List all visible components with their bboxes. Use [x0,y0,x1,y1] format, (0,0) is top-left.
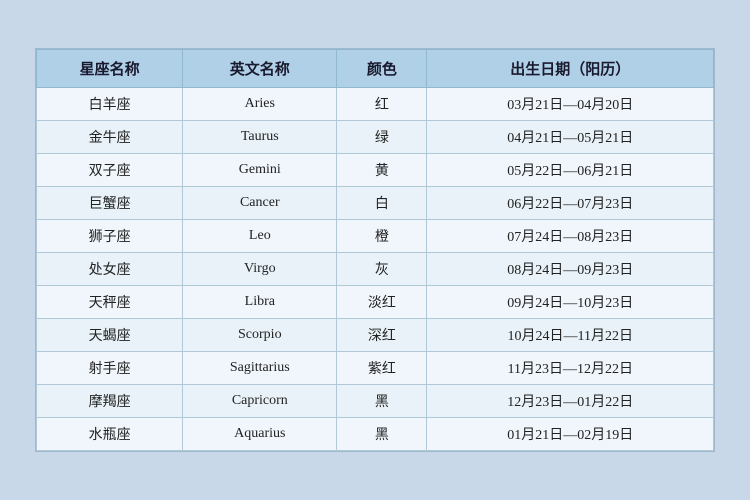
table-row: 白羊座Aries红03月21日—04月20日 [37,88,714,121]
cell-5-2: 灰 [337,253,427,286]
cell-4-3: 07月24日—08月23日 [427,220,714,253]
table-row: 处女座Virgo灰08月24日—09月23日 [37,253,714,286]
table-row: 水瓶座Aquarius黑01月21日—02月19日 [37,418,714,451]
cell-10-2: 黑 [337,418,427,451]
table-row: 狮子座Leo橙07月24日—08月23日 [37,220,714,253]
table-row: 天秤座Libra淡红09月24日—10月23日 [37,286,714,319]
cell-3-2: 白 [337,187,427,220]
cell-9-3: 12月23日—01月22日 [427,385,714,418]
table-row: 巨蟹座Cancer白06月22日—07月23日 [37,187,714,220]
header-chinese-name: 星座名称 [37,50,183,88]
cell-1-0: 金牛座 [37,121,183,154]
cell-0-2: 红 [337,88,427,121]
cell-5-3: 08月24日—09月23日 [427,253,714,286]
header-color: 颜色 [337,50,427,88]
table-header-row: 星座名称 英文名称 颜色 出生日期（阳历） [37,50,714,88]
cell-9-2: 黑 [337,385,427,418]
cell-6-3: 09月24日—10月23日 [427,286,714,319]
cell-0-3: 03月21日—04月20日 [427,88,714,121]
cell-4-0: 狮子座 [37,220,183,253]
cell-8-1: Sagittarius [183,352,337,385]
cell-10-3: 01月21日—02月19日 [427,418,714,451]
table-row: 摩羯座Capricorn黑12月23日—01月22日 [37,385,714,418]
cell-7-2: 深红 [337,319,427,352]
cell-8-3: 11月23日—12月22日 [427,352,714,385]
cell-4-2: 橙 [337,220,427,253]
table-row: 双子座Gemini黄05月22日—06月21日 [37,154,714,187]
cell-2-0: 双子座 [37,154,183,187]
cell-9-1: Capricorn [183,385,337,418]
table-row: 射手座Sagittarius紫红11月23日—12月22日 [37,352,714,385]
cell-0-0: 白羊座 [37,88,183,121]
cell-7-1: Scorpio [183,319,337,352]
header-birthdate: 出生日期（阳历） [427,50,714,88]
table-body: 白羊座Aries红03月21日—04月20日金牛座Taurus绿04月21日—0… [37,88,714,451]
cell-3-0: 巨蟹座 [37,187,183,220]
cell-6-1: Libra [183,286,337,319]
cell-6-2: 淡红 [337,286,427,319]
table-row: 天蝎座Scorpio深红10月24日—11月22日 [37,319,714,352]
cell-0-1: Aries [183,88,337,121]
cell-10-1: Aquarius [183,418,337,451]
cell-2-3: 05月22日—06月21日 [427,154,714,187]
cell-7-3: 10月24日—11月22日 [427,319,714,352]
cell-1-2: 绿 [337,121,427,154]
cell-3-1: Cancer [183,187,337,220]
cell-1-1: Taurus [183,121,337,154]
cell-5-1: Virgo [183,253,337,286]
cell-7-0: 天蝎座 [37,319,183,352]
cell-5-0: 处女座 [37,253,183,286]
cell-6-0: 天秤座 [37,286,183,319]
header-english-name: 英文名称 [183,50,337,88]
cell-9-0: 摩羯座 [37,385,183,418]
zodiac-table-container: 星座名称 英文名称 颜色 出生日期（阳历） 白羊座Aries红03月21日—04… [35,48,715,452]
cell-8-0: 射手座 [37,352,183,385]
cell-3-3: 06月22日—07月23日 [427,187,714,220]
cell-2-1: Gemini [183,154,337,187]
zodiac-table: 星座名称 英文名称 颜色 出生日期（阳历） 白羊座Aries红03月21日—04… [36,49,714,451]
cell-8-2: 紫红 [337,352,427,385]
cell-2-2: 黄 [337,154,427,187]
cell-10-0: 水瓶座 [37,418,183,451]
table-row: 金牛座Taurus绿04月21日—05月21日 [37,121,714,154]
cell-1-3: 04月21日—05月21日 [427,121,714,154]
cell-4-1: Leo [183,220,337,253]
